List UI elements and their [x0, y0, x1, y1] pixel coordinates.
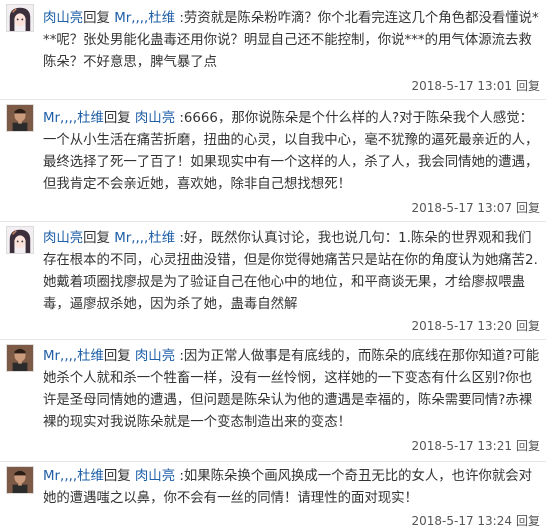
anime-girl-avatar-icon	[7, 227, 33, 253]
reply-button[interactable]: 回复	[516, 79, 540, 93]
comment-time: 2018-5-17 13:21	[411, 439, 512, 453]
comment-item: 肉山亮回复 Mr,,,,杜维 :好，既然你认真讨论，我也说几句：1.陈朵的世界观…	[0, 222, 546, 340]
comment-list: 肉山亮回复 Mr,,,,杜维 :劳资就是陈朵粉咋滴？你个北看完连这几个角色都没看…	[0, 0, 546, 530]
comment-time: 2018-5-17 13:24	[411, 514, 512, 528]
comment-text: 肉山亮回复 Mr,,,,杜维 :好，既然你认真讨论，我也说几句：1.陈朵的世界观…	[43, 228, 541, 316]
reply-word: 回复	[103, 349, 131, 364]
man-portrait-avatar-icon	[7, 467, 33, 493]
reply-word: 回复	[83, 11, 110, 26]
reply-button[interactable]: 回复	[516, 439, 540, 453]
avatar[interactable]	[6, 4, 34, 32]
comment-time: 2018-5-17 13:07	[411, 201, 512, 215]
reply-target[interactable]: Mr,,,,杜维	[114, 11, 175, 26]
reply-word: 回复	[103, 111, 131, 126]
reply-button[interactable]: 回复	[516, 319, 540, 333]
comment-item: Mr,,,,杜维回复 肉山亮 :如果陈朵换个画风换成一个奇丑无比的女人，也许你就…	[0, 462, 546, 530]
reply-word: 回复	[103, 469, 131, 484]
reply-target[interactable]: 肉山亮	[135, 469, 175, 484]
comment-time: 2018-5-17 13:01	[411, 79, 512, 93]
comment-item: Mr,,,,杜维回复 肉山亮 :因为正常人做事是有底线的，而陈朵的底线在那你知道…	[0, 340, 546, 462]
comment-meta: 2018-5-17 13:07 回复	[411, 200, 540, 216]
reply-word: 回复	[83, 231, 110, 246]
comment-meta: 2018-5-17 13:24 回复	[411, 513, 540, 529]
avatar[interactable]	[6, 104, 34, 132]
man-portrait-avatar-icon	[7, 345, 33, 371]
comment-text: 肉山亮回复 Mr,,,,杜维 :劳资就是陈朵粉咋滴？你个北看完连这几个角色都没看…	[43, 8, 541, 74]
comment-text: Mr,,,,杜维回复 肉山亮 :如果陈朵换个画风换成一个奇丑无比的女人，也许你就…	[43, 466, 541, 510]
reply-target[interactable]: 肉山亮	[135, 349, 175, 364]
comment-meta: 2018-5-17 13:01 回复	[411, 78, 540, 94]
comment-text: Mr,,,,杜维回复 肉山亮 :6666，那你说陈朵是个什么样的人?对于陈朵我个…	[43, 108, 541, 196]
comment-meta: 2018-5-17 13:20 回复	[411, 318, 540, 334]
avatar[interactable]	[6, 226, 34, 254]
comment-meta: 2018-5-17 13:21 回复	[411, 438, 540, 454]
comment-item: Mr,,,,杜维回复 肉山亮 :6666，那你说陈朵是个什么样的人?对于陈朵我个…	[0, 100, 546, 222]
comment-author[interactable]: 肉山亮	[43, 231, 83, 246]
anime-girl-avatar-icon	[7, 5, 33, 31]
comment-author[interactable]: Mr,,,,杜维	[43, 469, 104, 484]
man-portrait-avatar-icon	[7, 105, 33, 131]
reply-target[interactable]: Mr,,,,杜维	[114, 231, 175, 246]
comment-author[interactable]: Mr,,,,杜维	[43, 349, 104, 364]
reply-target[interactable]: 肉山亮	[135, 111, 175, 126]
comment-time: 2018-5-17 13:20	[411, 319, 512, 333]
comment-text: Mr,,,,杜维回复 肉山亮 :因为正常人做事是有底线的，而陈朵的底线在那你知道…	[43, 346, 541, 434]
comment-author[interactable]: 肉山亮	[43, 11, 83, 26]
reply-button[interactable]: 回复	[516, 514, 540, 528]
avatar[interactable]	[6, 466, 34, 494]
comment-author[interactable]: Mr,,,,杜维	[43, 111, 104, 126]
reply-button[interactable]: 回复	[516, 201, 540, 215]
avatar[interactable]	[6, 344, 34, 372]
comment-item: 肉山亮回复 Mr,,,,杜维 :劳资就是陈朵粉咋滴？你个北看完连这几个角色都没看…	[0, 0, 546, 100]
